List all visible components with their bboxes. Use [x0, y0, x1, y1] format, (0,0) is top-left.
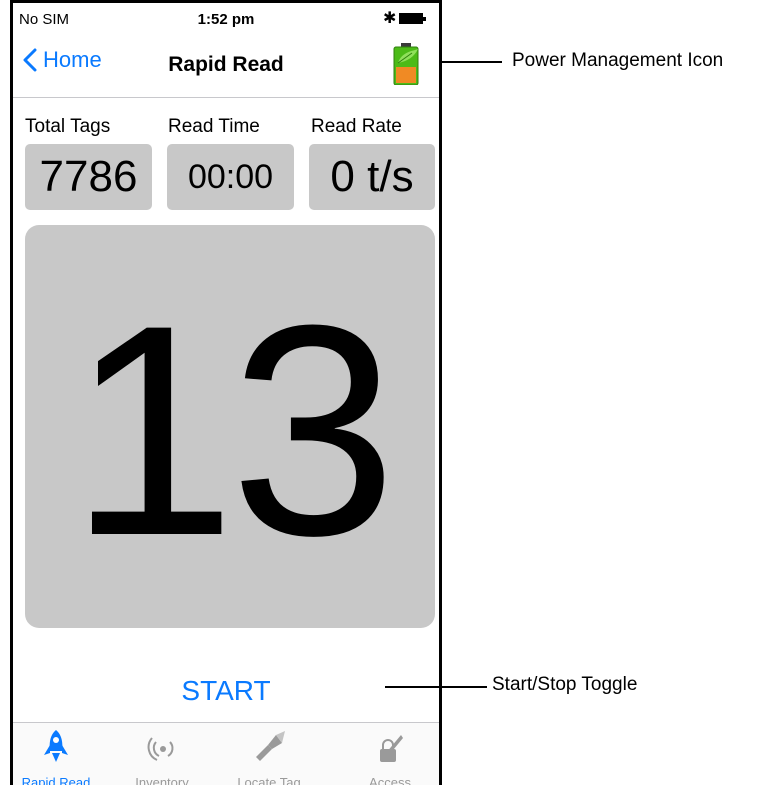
start-stop-toggle[interactable]: START: [13, 675, 439, 707]
power-management-callout: Power Management Icon: [512, 50, 724, 71]
tab-locate-tag-label: Locate Tag: [237, 775, 301, 785]
page-title: Rapid Read: [168, 53, 284, 76]
bluetooth-icon: ✱: [383, 10, 397, 27]
phone-frame: No SIM 1:52 pm ✱ Home Rapid Read Total T…: [10, 0, 442, 785]
tab-inventory[interactable]: Inventory: [112, 723, 212, 785]
unique-tag-count-panel: 13: [25, 225, 435, 628]
total-tags-value: 7786: [25, 144, 152, 210]
tab-access[interactable]: Access: [340, 723, 439, 785]
total-tags-label: Total Tags: [25, 116, 111, 137]
rocket-icon: [44, 730, 68, 762]
read-time-label: Read Time: [168, 116, 260, 137]
unique-tag-count: 13: [69, 261, 397, 598]
tab-access-label: Access: [369, 775, 411, 785]
lock-pen-icon: [380, 735, 403, 762]
navigation-bar: Home Rapid Read: [13, 31, 439, 98]
tab-rapid-read[interactable]: Rapid Read: [13, 723, 106, 785]
power-management-icon[interactable]: [392, 43, 420, 90]
tab-bar: Rapid Read Inventory Locate Tag Access: [13, 722, 439, 785]
tab-inventory-label: Inventory: [135, 775, 189, 785]
flashlight-icon: [256, 731, 285, 761]
tab-locate-tag[interactable]: Locate Tag: [219, 723, 319, 785]
status-bar: No SIM 1:52 pm ✱: [13, 3, 439, 31]
start-stop-callout: Start/Stop Toggle: [492, 674, 638, 695]
read-rate-value: 0 t/s: [309, 144, 435, 210]
tab-rapid-read-label: Rapid Read: [21, 775, 91, 785]
battery-status-icon: [399, 13, 426, 24]
read-rate-label: Read Rate: [311, 116, 402, 137]
read-time-value: 00:00: [167, 144, 294, 210]
status-time: 1:52 pm: [197, 11, 255, 28]
radio-waves-icon: [147, 737, 174, 761]
start-callout-line: [385, 686, 487, 688]
power-callout-line: [442, 61, 502, 63]
